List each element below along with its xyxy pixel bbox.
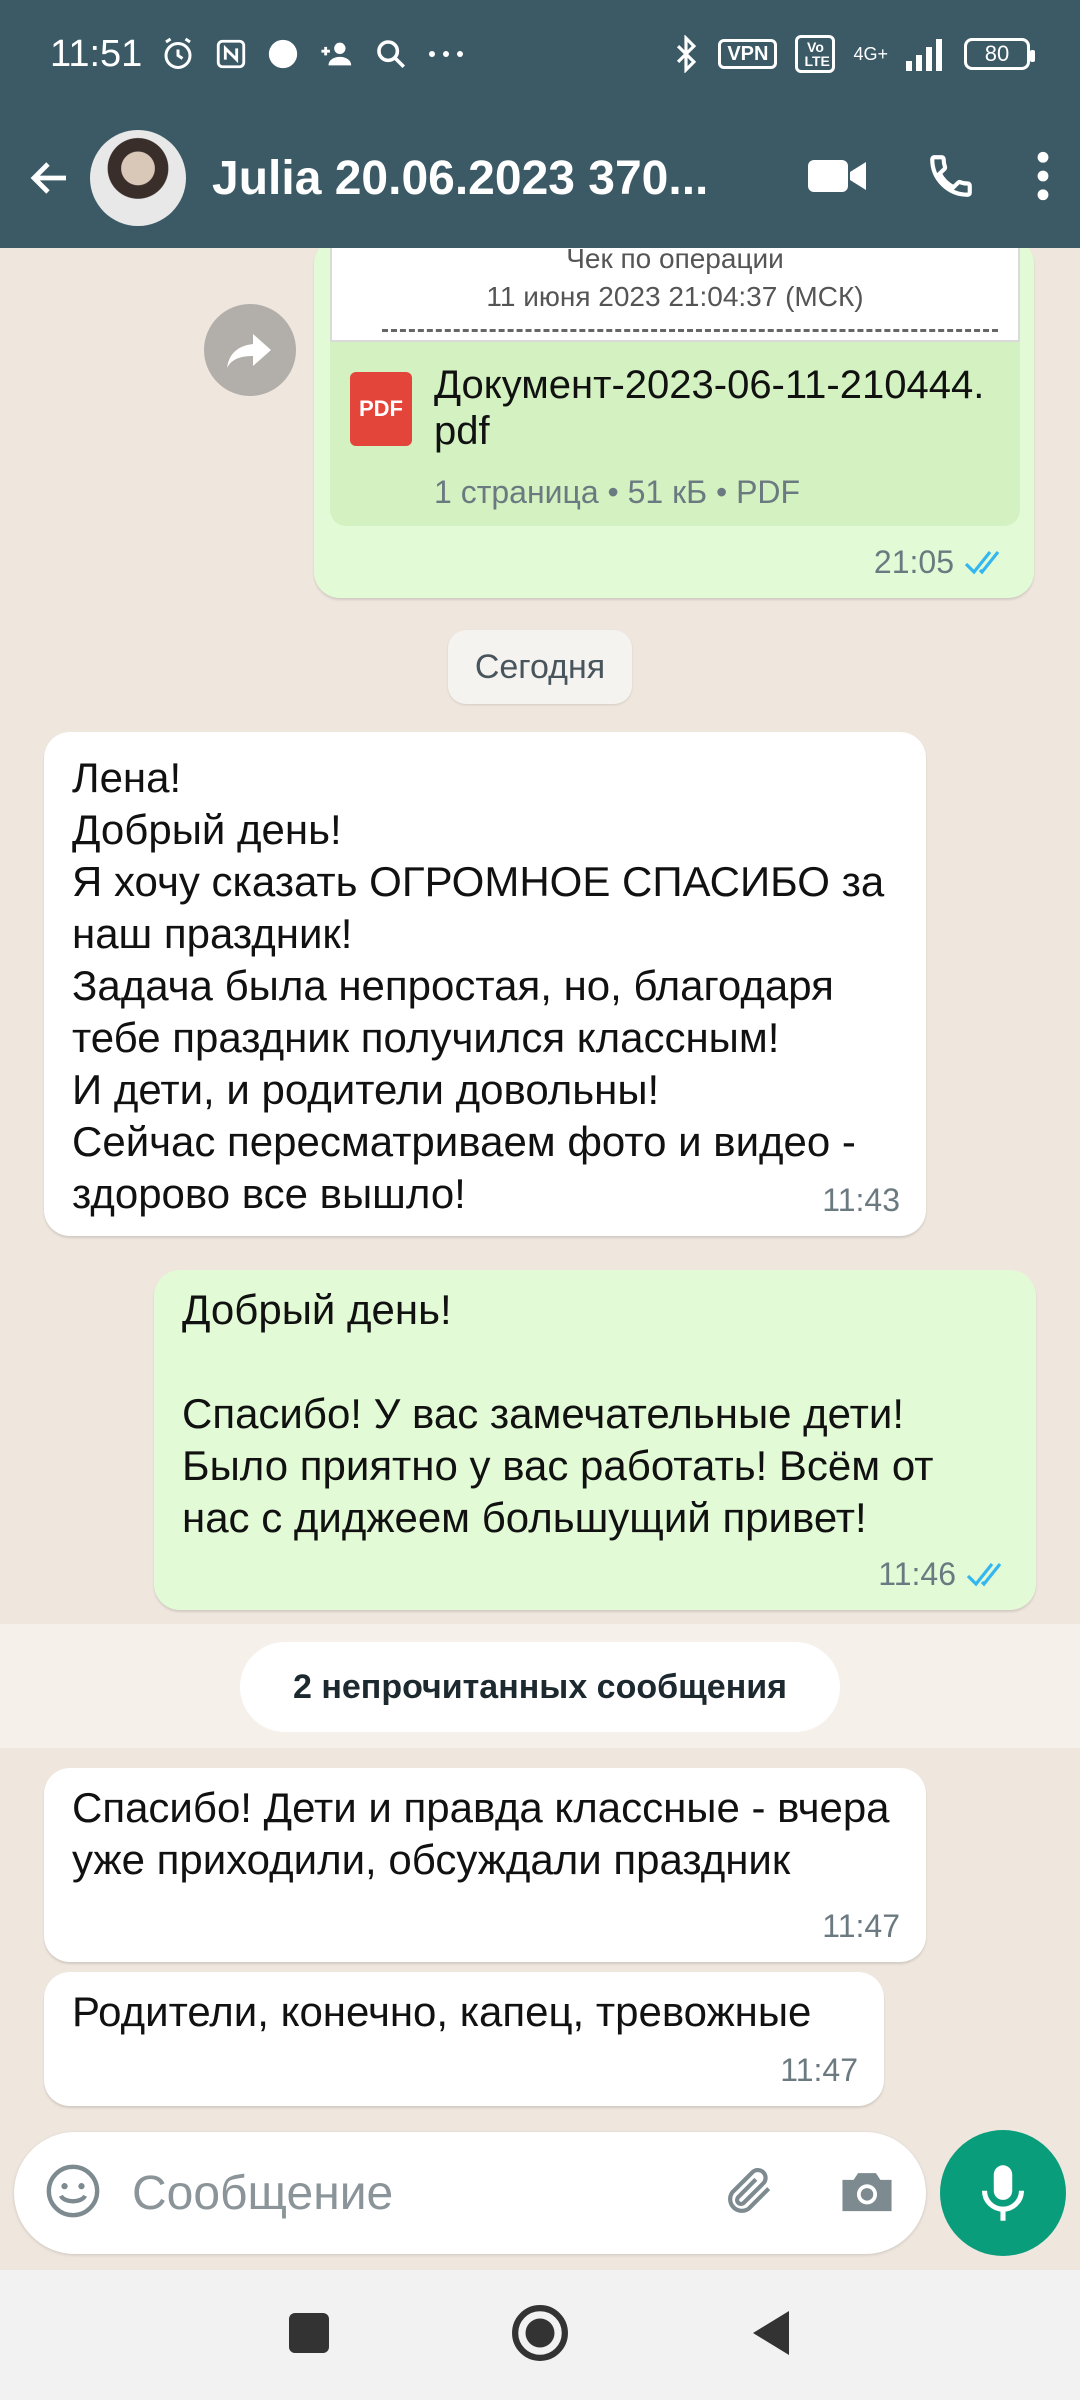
receipt-divider xyxy=(382,329,998,332)
read-ticks-icon xyxy=(966,1563,1002,1587)
more-options-button[interactable] xyxy=(1036,151,1050,206)
contact-name[interactable]: Julia 20.06.2023 370... xyxy=(212,151,712,206)
voice-call-button[interactable] xyxy=(926,151,976,206)
message-time: 21:05 xyxy=(873,544,954,580)
back-button[interactable] xyxy=(20,148,80,208)
file-attachment[interactable]: PDF Документ-2023-06-11-210444.pdf 1 стр… xyxy=(330,342,1020,526)
incoming-message[interactable]: Лена! Добрый день! Я хочу сказать ОГРОМН… xyxy=(44,732,926,1236)
attach-button[interactable] xyxy=(722,2163,778,2224)
receipt-preview[interactable]: Чек по операции 11 июня 2023 21:04:37 (М… xyxy=(330,248,1020,342)
microphone-icon xyxy=(982,2165,1024,2221)
message-meta: 21:05 xyxy=(874,536,1008,588)
network-type: 4G+ xyxy=(853,43,888,64)
top-bar: 11:51 VPN Vo LTE 4G+ 80 Julia 20.06.2023… xyxy=(0,0,1080,248)
recents-button[interactable] xyxy=(287,2311,331,2360)
forward-button[interactable] xyxy=(204,304,296,396)
message-time: 11:43 xyxy=(822,1182,900,1218)
message-composer xyxy=(14,2132,926,2254)
battery-level: 80 xyxy=(984,41,1010,66)
alarm-icon xyxy=(160,36,196,72)
receipt-title: Чек по операции xyxy=(566,248,784,274)
emoji-button[interactable] xyxy=(44,2162,102,2225)
message-text: Спасибо! Дети и правда классные - вчера … xyxy=(72,1784,902,1883)
camera-button[interactable] xyxy=(838,2165,896,2222)
circle-home-icon xyxy=(512,2304,568,2361)
battery-indicator: 80 xyxy=(964,38,1035,70)
back-arrow-icon xyxy=(30,162,66,194)
paperclip-icon xyxy=(728,2167,771,2213)
more-notifications-icon xyxy=(426,48,466,60)
volte-badge: Vo LTE xyxy=(795,35,836,73)
video-call-button[interactable] xyxy=(808,156,866,201)
pdf-label: PDF xyxy=(359,396,403,421)
search-icon xyxy=(374,37,408,71)
triangle-back-icon xyxy=(753,2310,789,2355)
message-input[interactable] xyxy=(132,2165,692,2221)
vpn-badge: VPN xyxy=(718,39,778,69)
message-meta: 11:43 xyxy=(822,1174,900,1226)
pdf-file-icon: PDF xyxy=(350,372,412,446)
status-time: 11:51 xyxy=(50,32,143,75)
contact-avatar[interactable] xyxy=(90,130,186,226)
phone-icon xyxy=(930,154,972,197)
incoming-message[interactable]: Спасибо! Дети и правда классные - вчера … xyxy=(44,1768,926,1962)
signal-icon xyxy=(906,37,946,71)
chat-area[interactable]: Чек по операции 11 июня 2023 21:04:37 (М… xyxy=(0,248,1080,2128)
message-time: 11:46 xyxy=(878,1556,956,1592)
file-meta: 1 страница • 51 кБ • PDF xyxy=(434,474,801,510)
nfc-icon xyxy=(214,37,248,71)
file-message[interactable]: Чек по операции 11 июня 2023 21:04:37 (М… xyxy=(314,248,1034,598)
message-meta: 11:47 xyxy=(822,1900,900,1952)
more-vertical-icon xyxy=(1037,151,1049,200)
square-icon xyxy=(289,2312,329,2353)
voice-message-button[interactable] xyxy=(940,2130,1066,2256)
read-ticks-icon xyxy=(964,551,1000,575)
back-nav-button[interactable] xyxy=(749,2309,793,2362)
message-text: Лена! Добрый день! Я хочу сказать ОГРОМН… xyxy=(72,754,885,1217)
home-button[interactable] xyxy=(511,2304,569,2367)
dot-icon xyxy=(266,37,300,71)
status-bar: 11:51 VPN Vo LTE 4G+ 80 xyxy=(0,0,1080,108)
outgoing-message[interactable]: Добрый день! Спасибо! У вас замечательны… xyxy=(154,1270,1036,1610)
message-text: Добрый день! Спасибо! У вас замечательны… xyxy=(182,1286,934,1541)
bluetooth-icon xyxy=(672,35,700,73)
message-meta: 11:46 xyxy=(878,1548,1010,1600)
message-meta: 11:47 xyxy=(780,2044,858,2096)
chat-header: Julia 20.06.2023 370... xyxy=(0,108,1080,248)
message-time: 11:47 xyxy=(822,1908,900,1944)
day-separator: Сегодня xyxy=(448,630,632,704)
incoming-message[interactable]: Родители, конечно, капец, тревожные 11:4… xyxy=(44,1972,884,2106)
camera-icon xyxy=(842,2172,892,2211)
forward-icon xyxy=(227,334,271,368)
file-name: Документ-2023-06-11-210444.pdf xyxy=(434,363,985,453)
emoji-icon xyxy=(46,2164,100,2217)
video-camera-icon xyxy=(808,159,866,192)
unread-messages-label: 2 непрочитанных сообщения xyxy=(240,1642,840,1732)
add-contact-icon xyxy=(318,37,356,71)
message-text: Родители, конечно, капец, тревожные xyxy=(72,1988,812,2035)
receipt-date: 11 июня 2023 21:04:37 (МСК) xyxy=(486,281,864,312)
system-navigation-bar xyxy=(0,2270,1080,2400)
message-time: 11:47 xyxy=(780,2052,858,2088)
